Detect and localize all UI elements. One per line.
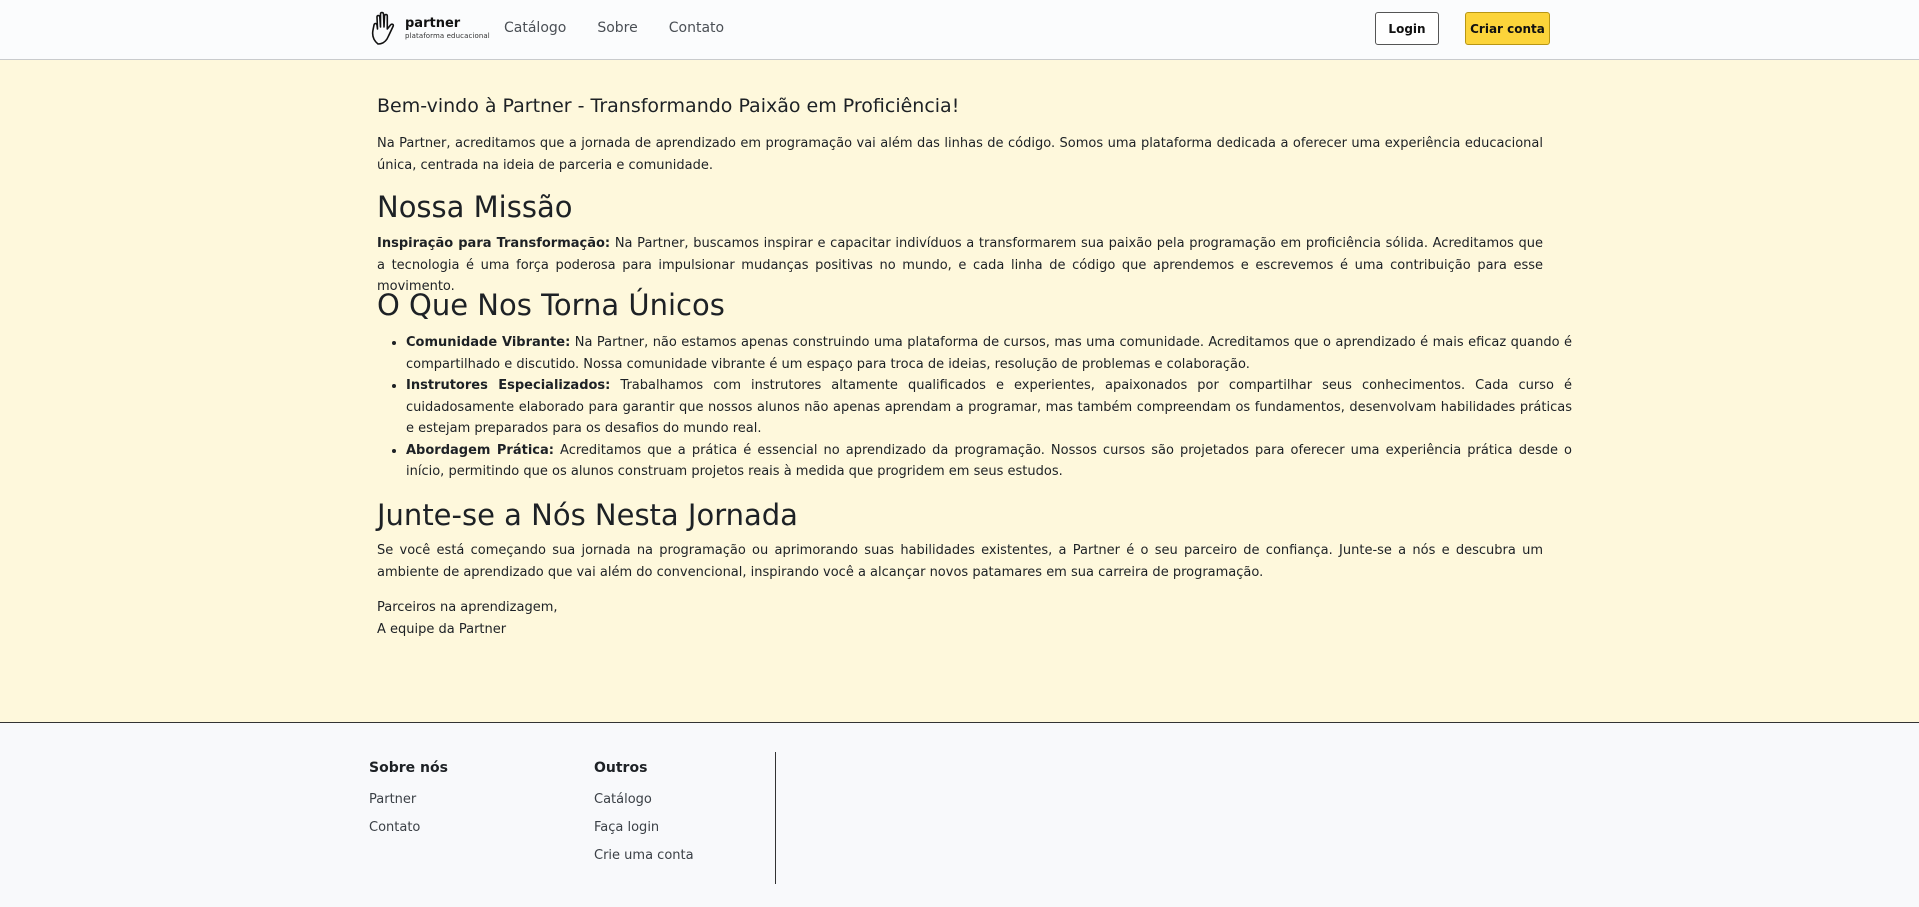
join-paragraph: Se você está começando sua jornada na pr…: [377, 543, 1543, 580]
join-heading: Junte-se a Nós Nesta Jornada: [377, 498, 798, 532]
signup-button[interactable]: Criar conta: [1465, 12, 1550, 45]
top-navbar: partner plataforma educacional Catálogo …: [0, 0, 1919, 60]
signature-line-2: A equipe da Partner: [377, 621, 507, 637]
list-item: Comunidade Vibrante: Na Partner, não est…: [406, 332, 1572, 375]
nav-link-contato[interactable]: Contato: [669, 20, 724, 36]
footer-divider: [775, 752, 776, 884]
footer-about-column: Sobre nós Partner Contato: [369, 760, 448, 848]
footer: Sobre nós Partner Contato Outros Catálog…: [0, 723, 1919, 907]
feature-text: Na Partner, não estamos apenas construin…: [406, 335, 1572, 372]
feature-text: Acreditamos que a prática é essencial no…: [406, 442, 1572, 480]
list-item: Instrutores Especializados: Trabalhamos …: [406, 375, 1572, 440]
mission-lead: Inspiração para Transformação:: [377, 236, 611, 251]
footer-link-partner[interactable]: Partner: [369, 792, 448, 807]
feature-lead: Comunidade Vibrante:: [406, 335, 571, 350]
brand-logo[interactable]: partner plataforma educacional: [370, 10, 490, 46]
signature-line-1: Parceiros na aprendizagem,: [377, 600, 558, 615]
feature-lead: Instrutores Especializados:: [406, 378, 611, 393]
about-section: Bem-vindo à Partner - Transformando Paix…: [0, 60, 1919, 723]
nav-link-catalogo[interactable]: Catálogo: [504, 20, 566, 36]
mission-heading: Nossa Missão: [377, 190, 573, 224]
unique-heading: O Que Nos Torna Únicos: [377, 288, 725, 322]
footer-others-column: Outros Catálogo Faça login Crie uma cont…: [594, 760, 694, 876]
footer-about-title: Sobre nós: [369, 760, 448, 776]
intro-paragraph: Na Partner, acreditamos que a jornada de…: [377, 136, 1543, 173]
list-item: Abordagem Prática: Acreditamos que a prá…: [406, 440, 1572, 483]
hand-icon: [371, 11, 395, 45]
feature-lead: Abordagem Prática:: [406, 442, 554, 458]
login-button[interactable]: Login: [1375, 12, 1439, 45]
nav-link-sobre[interactable]: Sobre: [597, 20, 637, 36]
brand-tagline: plataforma educacional: [405, 31, 490, 40]
footer-link-signup[interactable]: Crie uma conta: [594, 848, 694, 863]
footer-others-title: Outros: [594, 760, 648, 776]
signature: Parceiros na aprendizagem, A equipe da P…: [377, 597, 558, 640]
footer-link-catalogo[interactable]: Catálogo: [594, 792, 694, 807]
footer-link-login[interactable]: Faça login: [594, 820, 694, 835]
footer-link-contato[interactable]: Contato: [369, 820, 448, 835]
main-nav: Catálogo Sobre Contato: [504, 20, 755, 36]
brand-name: partner: [405, 15, 461, 31]
features-list: Comunidade Vibrante: Na Partner, não est…: [377, 332, 1572, 483]
welcome-title: Bem-vindo à Partner - Transformando Paix…: [377, 95, 960, 117]
